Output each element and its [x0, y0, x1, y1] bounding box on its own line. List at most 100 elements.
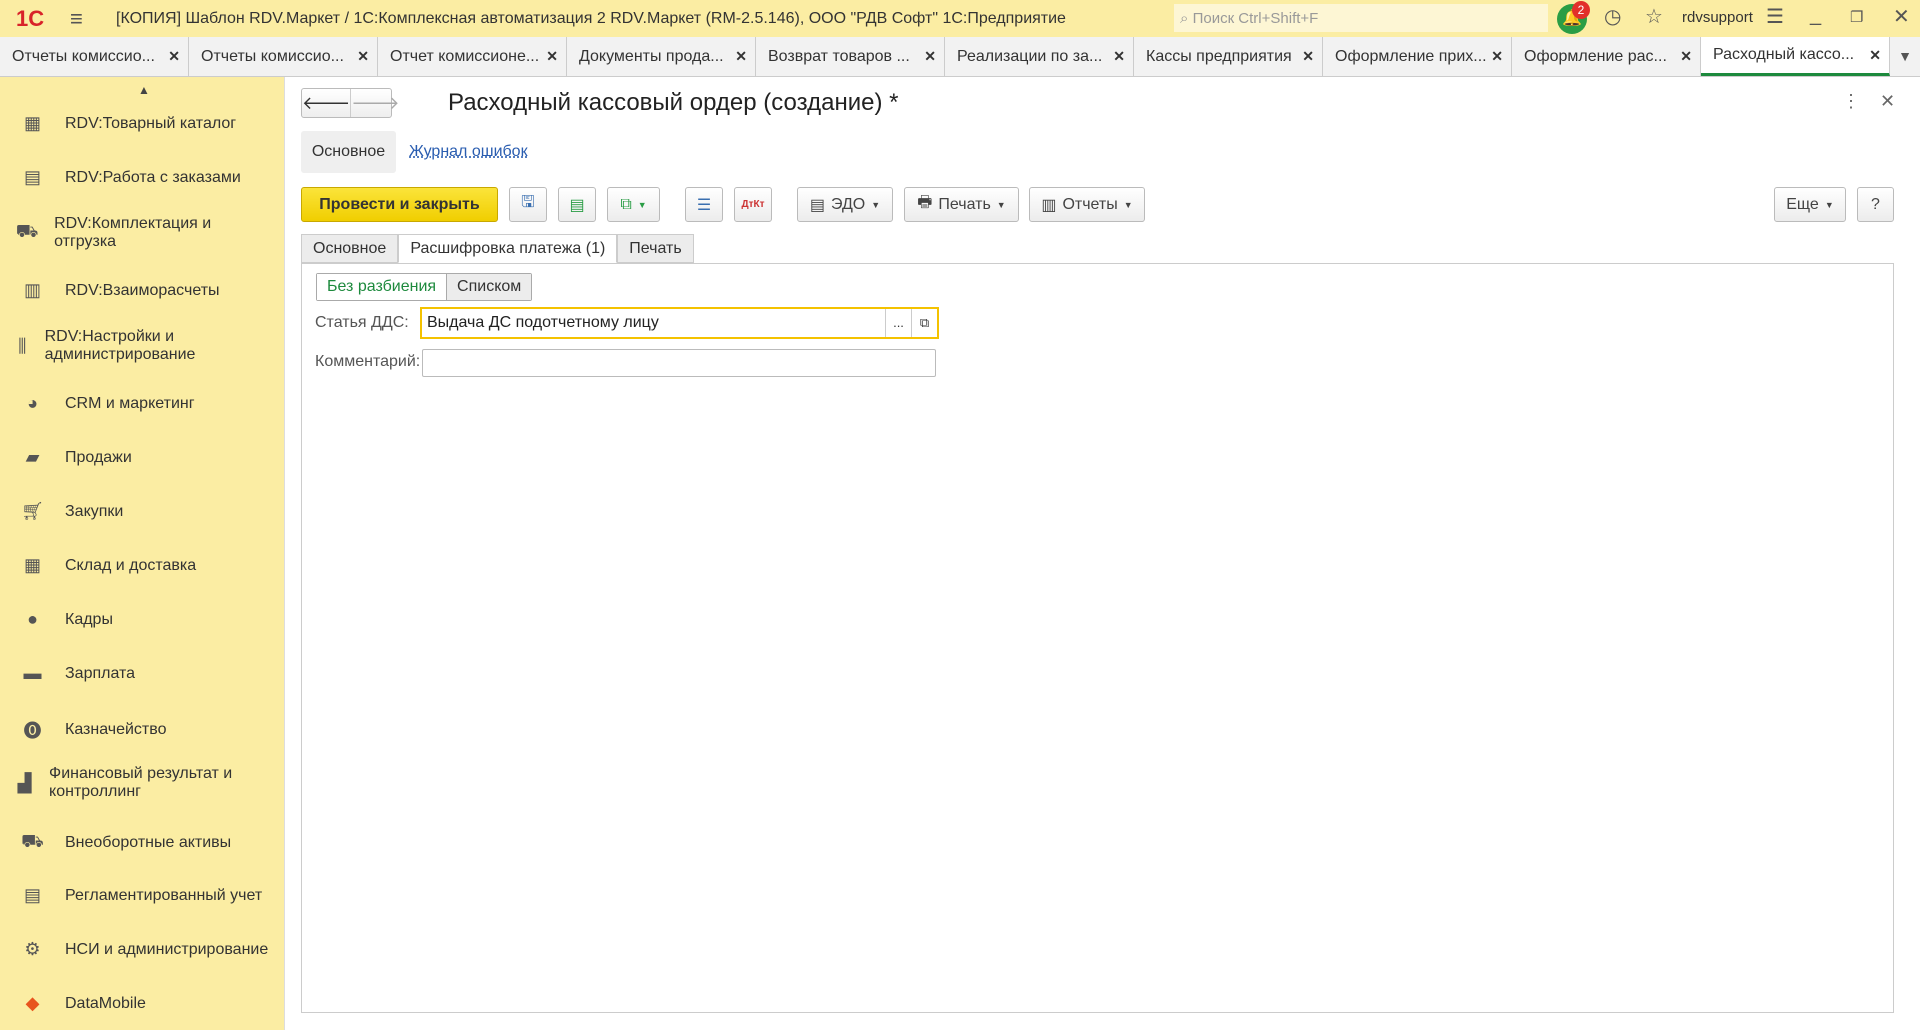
close-tab-icon[interactable]: ✕	[1680, 48, 1692, 65]
forward-arrow-icon[interactable]: 🡒	[351, 89, 399, 117]
tab-payment-breakdown[interactable]: Расшифровка платежа (1)	[398, 234, 618, 263]
help-button[interactable]: ?	[1857, 187, 1894, 222]
open-tab[interactable]: Отчеты комиссио... ✕	[189, 37, 378, 76]
chevron-down-icon: ▼	[1123, 199, 1133, 210]
tabs-dropdown-icon[interactable]: ▼	[1890, 37, 1920, 76]
dt-kt-button[interactable]: ДтКт	[734, 187, 772, 222]
hamburger-menu-icon[interactable]: ≡	[70, 6, 100, 32]
dds-label: Статья ДДС:	[315, 314, 409, 331]
nav-main[interactable]: Основное	[301, 131, 396, 173]
warehouse-icon: ▦	[23, 555, 41, 575]
list-icon[interactable]: ☰	[685, 187, 723, 222]
sidebar-item[interactable]: ▬ Зарплата	[0, 663, 285, 684]
sidebar-item[interactable]: ▤ RDV:Работа с заказами	[0, 167, 285, 188]
search-input[interactable]: ⌕ Поиск Ctrl+Shift+F	[1174, 4, 1548, 32]
pie-chart-icon: ◕	[27, 393, 38, 413]
edo-button[interactable]: ▤ ЭДО ▼	[797, 187, 893, 222]
close-tab-icon[interactable]: ✕	[168, 48, 180, 65]
select-button[interactable]: ...	[885, 309, 911, 337]
sidebar: ▲ ▦ RDV:Товарный каталог ▤ RDV:Работа с за…	[0, 77, 285, 1030]
notification-count: 2	[1572, 1, 1590, 19]
save-icon[interactable]: 🖫	[509, 187, 547, 222]
user-name[interactable]: rdvsupport	[1682, 9, 1753, 26]
create-based-on-icon: ⧉	[620, 195, 632, 213]
sidebar-item[interactable]: ▤ Регламентированный учет	[0, 885, 285, 906]
reports-button[interactable]: ▥ Отчеты ▼	[1029, 187, 1145, 222]
document-icon: ▤	[23, 885, 41, 905]
close-tab-icon[interactable]: ✕	[735, 48, 747, 65]
close-window-icon[interactable]: ✕	[1893, 4, 1910, 29]
create-based-on-button[interactable]: ⧉ ▼	[607, 187, 660, 222]
open-tab[interactable]: Кассы предприятия ✕	[1134, 37, 1323, 76]
restore-icon[interactable]: ❐	[1850, 8, 1863, 26]
minimize-icon[interactable]: _	[1810, 4, 1821, 27]
bar-chart-icon: ▟	[17, 772, 32, 793]
chevron-down-icon: ▼	[871, 199, 881, 210]
edo-icon: ▤	[809, 196, 825, 214]
more-button[interactable]: Еще ▼	[1774, 187, 1846, 222]
sidebar-item[interactable]: ▦ Склад и доставка	[0, 555, 285, 576]
calculator-icon: ▥	[23, 280, 41, 300]
close-tab-icon[interactable]: ✕	[1302, 48, 1314, 65]
sidebar-item[interactable]: ● Кадры	[0, 609, 285, 630]
close-tab-icon[interactable]: ✕	[546, 48, 558, 65]
sidebar-item[interactable]: ⛟ Внеоборотные активы	[0, 831, 285, 855]
close-tab-icon[interactable]: ✕	[924, 48, 936, 65]
open-tab[interactable]: Реализации по за... ✕	[945, 37, 1134, 76]
search-icon: ⌕	[1180, 9, 1193, 27]
open-tab-active[interactable]: Расходный кассо... ✕	[1701, 37, 1890, 76]
no-split-option[interactable]: Без разбиения	[317, 274, 448, 300]
sidebar-item[interactable]: 🛒︎ Закупки	[0, 501, 285, 522]
sidebar-item[interactable]: ▰ Продажи	[0, 447, 285, 468]
coin-icon: ⓿	[23, 721, 42, 741]
tab-main[interactable]: Основное	[301, 234, 399, 263]
sidebar-item[interactable]: ▦ RDV:Товарный каталог	[0, 113, 285, 134]
list-option[interactable]: Списком	[447, 274, 532, 300]
printer-icon: 🖶	[917, 194, 933, 211]
sidebar-item[interactable]: ▥ RDV:Взаиморасчеты	[0, 280, 285, 301]
close-tab-icon[interactable]: ✕	[1869, 47, 1881, 64]
vehicle-icon: ⛟	[21, 831, 44, 851]
scroll-up-icon[interactable]: ▲	[138, 83, 150, 97]
open-tab[interactable]: Документы прода... ✕	[567, 37, 756, 76]
chevron-down-icon: ▼	[996, 199, 1006, 210]
favorites-star-icon[interactable]: ☆	[1645, 4, 1663, 29]
sidebar-item[interactable]: ⛟ RDV:Комплектация и отгрузка	[0, 215, 240, 251]
comment-input[interactable]	[422, 349, 936, 377]
open-tab[interactable]: Отчеты комиссио... ✕	[0, 37, 189, 76]
sidebar-item[interactable]: ⫼ RDV:Настройки и администрирование	[0, 328, 240, 364]
close-tab-icon[interactable]: ✕	[357, 48, 369, 65]
dds-value[interactable]: Выдача ДС подотчетному лицу	[422, 314, 885, 332]
print-button[interactable]: 🖶 Печать ▼	[904, 187, 1019, 222]
sidebar-item[interactable]: ▟ Финансовый результат и контроллинг	[0, 765, 260, 801]
close-tab-icon[interactable]: ✕	[1113, 48, 1125, 65]
sidebar-item[interactable]: ◕ CRM и маркетинг	[0, 393, 285, 414]
datamobile-icon: ◆	[25, 993, 40, 1013]
open-tab[interactable]: Оформление прих... ✕	[1323, 37, 1512, 76]
open-tab[interactable]: Оформление рас... ✕	[1512, 37, 1701, 76]
post-and-close-button[interactable]: Провести и закрыть	[301, 187, 498, 222]
back-arrow-icon[interactable]: 🡐	[302, 89, 352, 117]
tab-print[interactable]: Печать	[617, 234, 694, 263]
settings-sliders-icon: ⫼	[18, 335, 27, 356]
error-log-link[interactable]: Журнал ошибок	[409, 143, 528, 161]
page-title: Расходный кассовый ордер (создание) *	[448, 89, 899, 116]
sidebar-item[interactable]: ◆ DataMobile	[0, 993, 285, 1014]
sidebar-item[interactable]: ⚙ НСИ и администрирование	[0, 939, 285, 960]
settings-menu-icon[interactable]: ☰	[1766, 4, 1784, 29]
post-icon[interactable]: ▤	[558, 187, 596, 222]
card-icon: ▬	[23, 663, 42, 683]
open-tab[interactable]: Отчет комиссионе... ✕	[378, 37, 567, 76]
open-icon[interactable]: ⧉	[911, 309, 937, 337]
history-icon[interactable]: ◷	[1604, 4, 1621, 29]
sidebar-item[interactable]: ⓿ Казначейство	[0, 717, 285, 743]
more-options-icon[interactable]: ⋮	[1842, 91, 1860, 112]
open-tab[interactable]: Возврат товаров ... ✕	[756, 37, 945, 76]
cart-icon: 🛒︎	[21, 501, 44, 521]
breakdown-mode-toggle: Без разбиения Списком	[316, 273, 533, 301]
form-area: 🡐 🡒 Расходный кассовый ордер (создание) …	[285, 77, 1920, 1030]
dds-field[interactable]: Выдача ДС подотчетному лицу ... ⧉	[420, 307, 939, 339]
close-form-icon[interactable]: ✕	[1880, 91, 1895, 112]
app-title: [КОПИЯ] Шаблон RDV.Маркет / 1С:Комплексн…	[116, 9, 1066, 27]
close-tab-icon[interactable]: ✕	[1491, 48, 1503, 65]
